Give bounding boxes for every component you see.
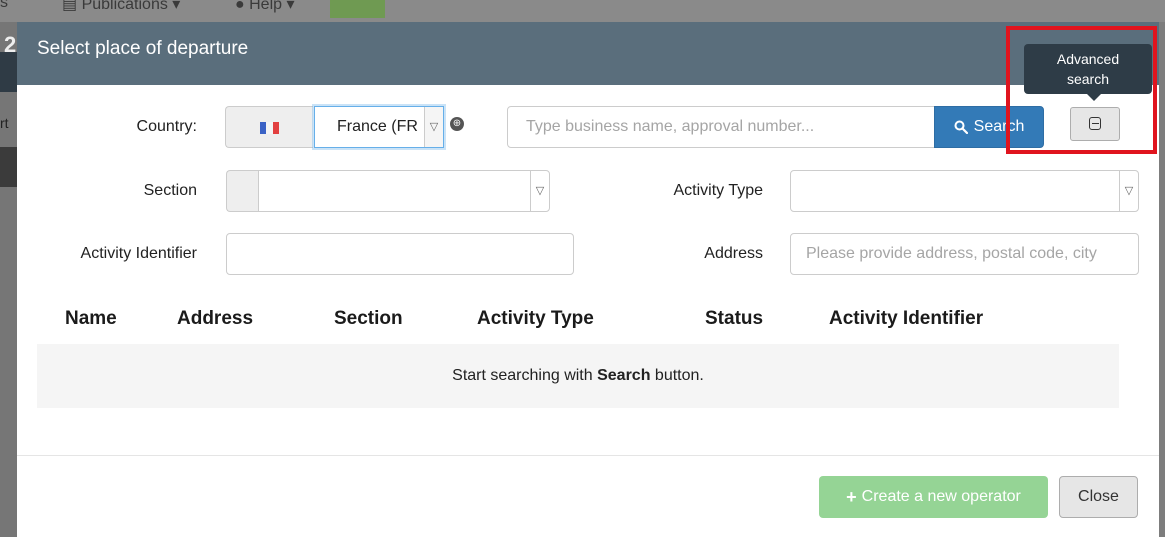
country-select[interactable]: France (FR ▽ xyxy=(314,106,444,148)
annotation-highlight-box xyxy=(1006,26,1157,154)
background-navbar: s ▤ Publications ▾ ● Help ▾ xyxy=(0,0,1165,22)
plus-icon: + xyxy=(846,486,857,507)
create-operator-label: Create a new operator xyxy=(861,488,1021,505)
column-header-activity-identifier: Activity Identifier xyxy=(829,308,984,329)
background-fragment: rt xyxy=(0,115,9,131)
business-search-input[interactable]: Type business name, approval number... xyxy=(507,106,935,148)
chevron-down-icon: ▽ xyxy=(530,171,549,211)
table-empty-message: Start searching with Search button. xyxy=(37,344,1119,408)
column-header-name: Name xyxy=(65,308,117,329)
section-select[interactable]: ▽ xyxy=(258,170,550,212)
select-departure-modal: Select place of departure Country: Franc… xyxy=(17,22,1159,537)
activity-identifier-input[interactable] xyxy=(226,233,574,275)
activity-identifier-label: Activity Identifier xyxy=(80,245,197,262)
create-operator-button[interactable]: + Create a new operator xyxy=(819,476,1048,518)
background-nav-badge xyxy=(330,0,385,18)
close-button[interactable]: Close xyxy=(1059,476,1138,518)
address-input[interactable]: Please provide address, postal code, cit… xyxy=(790,233,1139,275)
background-nav-help: ● Help ▾ xyxy=(235,0,295,13)
address-label: Address xyxy=(704,245,763,262)
activity-type-label: Activity Type xyxy=(673,182,763,199)
section-addon xyxy=(226,170,259,212)
search-icon xyxy=(954,120,968,134)
column-header-activity-type: Activity Type xyxy=(477,308,594,329)
chevron-down-icon: ▽ xyxy=(424,107,443,147)
column-header-address: Address xyxy=(177,308,254,329)
background-nav-publications: ▤ Publications ▾ xyxy=(62,0,181,13)
background-page-edge: 2 rt xyxy=(0,22,17,537)
france-flag-icon xyxy=(260,122,279,134)
background-fragment: 2 xyxy=(4,32,17,57)
modal-header: Select place of departure xyxy=(17,22,1159,85)
column-header-status: Status xyxy=(705,308,764,329)
country-flag-addon xyxy=(225,106,313,148)
chevron-down-icon: ▽ xyxy=(1119,171,1138,211)
country-label: Country: xyxy=(136,118,197,135)
background-nav-fragment: s xyxy=(0,0,8,11)
globe-icon[interactable]: ⊕ xyxy=(450,117,464,131)
section-label: Section xyxy=(143,182,197,199)
column-header-section: Section xyxy=(334,308,403,329)
modal-title: Select place of departure xyxy=(37,38,249,59)
country-select-value: France (FR xyxy=(337,118,418,135)
footer-divider xyxy=(17,455,1159,456)
activity-type-select[interactable]: ▽ xyxy=(790,170,1139,212)
